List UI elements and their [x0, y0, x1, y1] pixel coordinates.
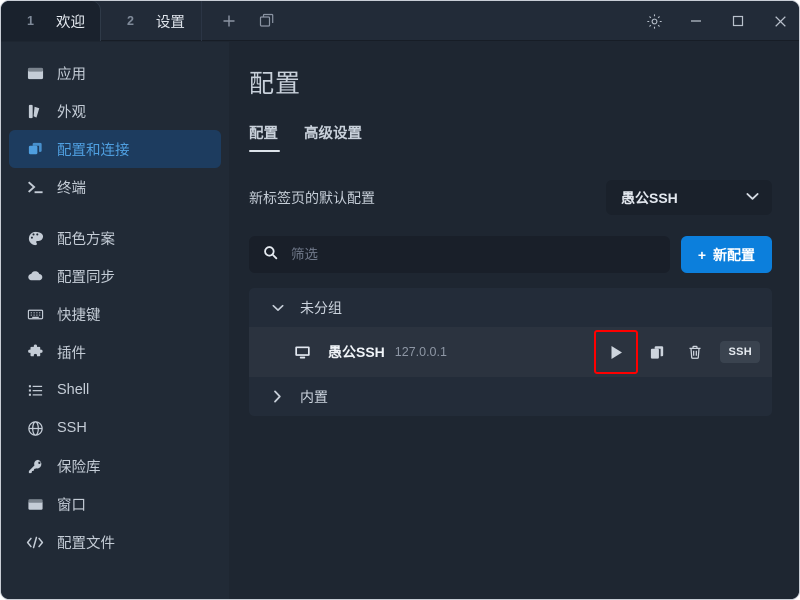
default-profile-select[interactable]: 愚公SSH	[606, 180, 772, 215]
keyboard-icon	[26, 305, 44, 323]
page-title: 配置	[249, 70, 302, 98]
tab-welcome[interactable]: 1 欢迎	[1, 1, 101, 41]
subtab-label: 配置	[249, 126, 278, 142]
subtab-label: 高级设置	[304, 126, 362, 142]
sidebar-item-window[interactable]: 窗口	[9, 485, 221, 523]
default-profile-row: 新标签页的默认配置 愚公SSH	[249, 180, 772, 215]
sidebar-item-label: SSH	[57, 420, 87, 436]
chevron-right-icon	[271, 390, 284, 403]
tab-bar-spacer	[284, 1, 633, 40]
sidebar-item-shell[interactable]: Shell	[9, 371, 221, 409]
sidebar-item-label: 配置和连接	[57, 142, 130, 159]
sidebar-item-config-sync[interactable]: 配置同步	[9, 257, 221, 295]
sidebar-item-plugins[interactable]: 插件	[9, 333, 221, 371]
search-box[interactable]	[249, 236, 670, 273]
protocol-badge: SSH	[720, 341, 760, 363]
sidebar-item-label: 窗口	[57, 497, 86, 514]
sidebar-item-label: 配置文件	[57, 535, 115, 552]
sidebar-item-profiles-connections[interactable]: 配置和连接	[9, 130, 221, 168]
plus-icon: +	[697, 246, 706, 263]
new-profile-button[interactable]: + 新配置	[680, 236, 772, 273]
tab-index: 1	[27, 14, 34, 28]
settings-gear-button[interactable]	[633, 1, 675, 41]
sidebar-item-appearance[interactable]: 外观	[9, 92, 221, 130]
sidebar-item-terminal[interactable]: 终端	[9, 168, 221, 206]
chevron-down-icon	[271, 304, 284, 312]
sidebar-item-label: 快捷键	[57, 307, 101, 324]
group-header-ungrouped[interactable]: 未分组	[249, 288, 772, 327]
window-icon	[26, 495, 44, 513]
tab-label: 欢迎	[55, 14, 85, 31]
list-shell-icon	[26, 381, 44, 399]
sidebar-item-label: 插件	[57, 345, 86, 362]
search-input[interactable]	[291, 247, 656, 262]
chevron-down-icon	[746, 192, 759, 204]
sidebar-item-label: 配色方案	[57, 231, 115, 248]
tab-settings[interactable]: 2 设置	[101, 1, 201, 41]
sidebar-item-label: 应用	[57, 66, 86, 83]
new-profile-label: 新配置	[713, 246, 755, 263]
profiles-connections-icon	[26, 140, 44, 158]
subtab-bar: 配置 高级设置	[249, 122, 772, 152]
search-row: + 新配置	[249, 236, 772, 273]
maximize-button[interactable]	[717, 1, 759, 41]
tab-bar-actions	[202, 1, 284, 40]
key-vault-icon	[26, 457, 44, 475]
sidebar-item-label: Shell	[57, 382, 90, 398]
profile-host: 127.0.0.1	[394, 345, 447, 359]
app-window: 1 欢迎 2 设置 应用 外观 配置和连接 终端 配色方案 配置同步 快捷键 插…	[0, 0, 800, 600]
profile-name: 愚公SSH	[328, 344, 385, 360]
sidebar: 应用 外观 配置和连接 终端 配色方案 配置同步 快捷键 插件 Shell SS…	[1, 42, 229, 599]
search-icon	[263, 245, 278, 265]
minimize-button[interactable]	[675, 1, 717, 41]
default-profile-label: 新标签页的默认配置	[249, 189, 375, 206]
duplicate-button[interactable]	[638, 333, 676, 371]
group-label: 未分组	[300, 299, 342, 316]
table-row[interactable]: 愚公SSH 127.0.0.1 SSH	[249, 327, 772, 377]
app-window-icon	[26, 64, 44, 82]
launch-button[interactable]	[594, 330, 639, 374]
profile-list: 未分组 愚公SSH 127.0.0.1 SSH 内置	[249, 288, 772, 416]
sidebar-item-label: 终端	[57, 180, 86, 197]
sidebar-item-config-file[interactable]: 配置文件	[9, 523, 221, 561]
tab-profiles[interactable]: 配置	[249, 122, 280, 152]
tab-advanced-settings[interactable]: 高级设置	[304, 122, 362, 152]
tab-index: 2	[126, 14, 134, 28]
terminal-icon	[26, 178, 44, 196]
appearance-icon	[26, 102, 44, 120]
globe-ssh-icon	[26, 419, 44, 437]
monitor-icon	[294, 344, 311, 361]
code-file-icon	[26, 533, 44, 551]
new-tab-button[interactable]	[212, 4, 246, 38]
sidebar-item-label: 配置同步	[57, 269, 115, 286]
tab-label: 设置	[155, 14, 185, 31]
sidebar-item-hotkeys[interactable]: 快捷键	[9, 295, 221, 333]
default-profile-value: 愚公SSH	[621, 189, 678, 206]
tab-manager-button[interactable]	[250, 4, 284, 38]
sidebar-item-app[interactable]: 应用	[9, 54, 221, 92]
sidebar-item-label: 外观	[57, 104, 86, 121]
sidebar-item-color-scheme[interactable]: 配色方案	[9, 219, 221, 257]
puzzle-plugin-icon	[26, 343, 44, 361]
main-content: 配置 配置 高级设置 新标签页的默认配置 愚公SSH 筛选 + 新配置 未分组 …	[229, 42, 799, 599]
delete-button[interactable]	[676, 333, 714, 371]
group-label: 内置	[300, 388, 328, 405]
group-header-builtin[interactable]: 内置	[249, 377, 772, 416]
sidebar-item-ssh[interactable]: SSH	[9, 409, 221, 447]
cloud-sync-icon	[26, 267, 44, 285]
sidebar-item-label: 保险库	[57, 459, 101, 476]
sidebar-divider	[1, 206, 229, 219]
tab-bar: 1 欢迎 2 设置	[1, 1, 799, 41]
palette-icon	[26, 229, 44, 247]
sidebar-item-vault[interactable]: 保险库	[9, 447, 221, 485]
close-button[interactable]	[759, 1, 799, 41]
